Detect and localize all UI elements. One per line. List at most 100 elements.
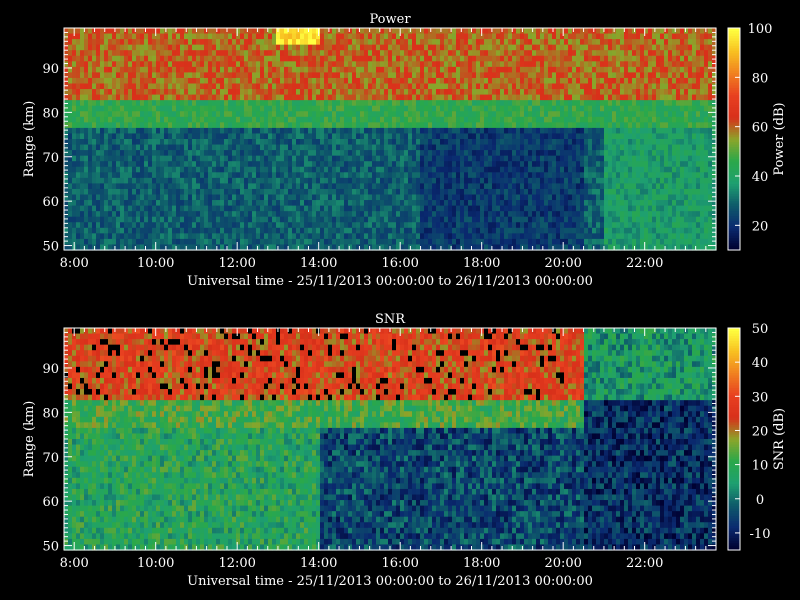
- heatmap-cell: [408, 66, 413, 73]
- heatmap-cell: [456, 216, 461, 223]
- heatmap-cell: [548, 222, 553, 229]
- heatmap-cell: [180, 44, 185, 51]
- heatmap-cell: [416, 61, 421, 68]
- heatmap-cell: [556, 66, 561, 73]
- heatmap-cell: [516, 61, 521, 68]
- heatmap-cell: [364, 94, 369, 101]
- heatmap-cell: [236, 133, 241, 140]
- heatmap-cell: [476, 127, 481, 135]
- heatmap-cell: [468, 50, 473, 57]
- heatmap-cell: [160, 44, 165, 51]
- heatmap-cell: [72, 155, 77, 162]
- heatmap-cell: [132, 127, 137, 135]
- heatmap-cell: [356, 55, 361, 62]
- heatmap-cell: [76, 172, 81, 179]
- heatmap-cell: [452, 122, 457, 129]
- heatmap-cell: [68, 50, 73, 57]
- heatmap-cell: [292, 188, 297, 196]
- heatmap-cell: [464, 205, 469, 212]
- heatmap-cell: [384, 55, 389, 62]
- heatmap-cell: [132, 216, 137, 223]
- heatmap-cell: [140, 61, 145, 68]
- heatmap-cell: [516, 100, 521, 107]
- heatmap-cell: [484, 116, 489, 123]
- heatmap-cell: [444, 144, 449, 151]
- heatmap-cell: [216, 72, 221, 79]
- heatmap-cell: [528, 144, 533, 151]
- heatmap-cell: [508, 227, 513, 234]
- heatmap-cell: [440, 55, 445, 62]
- heatmap-cell: [252, 89, 257, 96]
- heatmap-cell: [252, 150, 257, 157]
- heatmap-cell: [84, 133, 89, 140]
- heatmap-cell: [124, 211, 129, 218]
- heatmap-cell: [80, 238, 85, 246]
- heatmap-cell: [276, 238, 281, 246]
- heatmap-cell: [508, 161, 513, 168]
- heatmap-cell: [140, 39, 145, 46]
- heatmap-cell: [424, 166, 429, 173]
- heatmap-cell: [128, 116, 133, 123]
- heatmap-cell: [440, 200, 445, 207]
- heatmap-cell: [424, 28, 429, 35]
- heatmap-cell: [176, 194, 181, 201]
- heatmap-cell: [528, 122, 533, 129]
- heatmap-cell: [76, 150, 81, 157]
- heatmap-cell: [232, 194, 237, 201]
- heatmap-cell: [312, 227, 317, 234]
- heatmap-cell: [468, 188, 473, 196]
- heatmap-cell: [452, 89, 457, 96]
- heatmap-cell: [156, 227, 161, 234]
- heatmap-cell: [444, 172, 449, 179]
- heatmap-cell: [124, 72, 129, 79]
- heatmap-cell: [544, 205, 549, 212]
- heatmap-cell: [180, 144, 185, 151]
- heatmap-cell: [532, 177, 537, 184]
- heatmap-cell: [320, 222, 325, 229]
- heatmap-cell: [344, 89, 349, 96]
- heatmap-cell: [492, 150, 497, 157]
- heatmap-cell: [176, 211, 181, 218]
- heatmap-cell: [84, 172, 89, 179]
- heatmap-cell: [360, 177, 365, 184]
- heatmap-cell: [412, 233, 417, 240]
- heatmap-cell: [500, 133, 505, 140]
- heatmap-cell: [392, 77, 397, 85]
- heatmap-cell: [376, 222, 381, 229]
- heatmap-cell: [480, 216, 485, 223]
- heatmap-cell: [188, 94, 193, 101]
- heatmap-cell: [272, 39, 277, 46]
- heatmap-cell: [152, 39, 157, 46]
- heatmap-cell: [244, 222, 249, 229]
- heatmap-cell: [404, 122, 409, 129]
- heatmap-cell: [192, 177, 197, 184]
- heatmap-cell: [180, 111, 185, 118]
- heatmap-cell: [316, 188, 321, 196]
- heatmap-cell: [480, 94, 485, 101]
- heatmap-cell: [352, 127, 357, 135]
- heatmap-cell: [444, 66, 449, 73]
- heatmap-cell: [348, 155, 353, 162]
- heatmap-cell: [352, 155, 357, 162]
- heatmap-cell: [484, 166, 489, 173]
- heatmap-cell: [72, 55, 77, 62]
- heatmap-cell: [288, 105, 293, 112]
- heatmap-cell: [484, 211, 489, 218]
- heatmap-cell: [76, 166, 81, 173]
- heatmap-cell: [76, 205, 81, 212]
- heatmap-cell: [252, 111, 257, 118]
- heatmap-cell: [380, 100, 385, 107]
- heatmap-cell: [380, 50, 385, 57]
- heatmap-cell: [328, 227, 333, 234]
- heatmap-cell: [340, 150, 345, 157]
- heatmap-cell: [164, 94, 169, 101]
- heatmap-cell: [376, 61, 381, 68]
- heatmap-cell: [348, 200, 353, 207]
- heatmap-cell: [420, 55, 425, 62]
- heatmap-cell: [412, 161, 417, 168]
- heatmap-cell: [464, 211, 469, 218]
- heatmap-cell: [172, 105, 177, 112]
- heatmap-cell: [176, 61, 181, 68]
- heatmap-cell: [160, 100, 165, 107]
- heatmap-cell: [524, 39, 529, 46]
